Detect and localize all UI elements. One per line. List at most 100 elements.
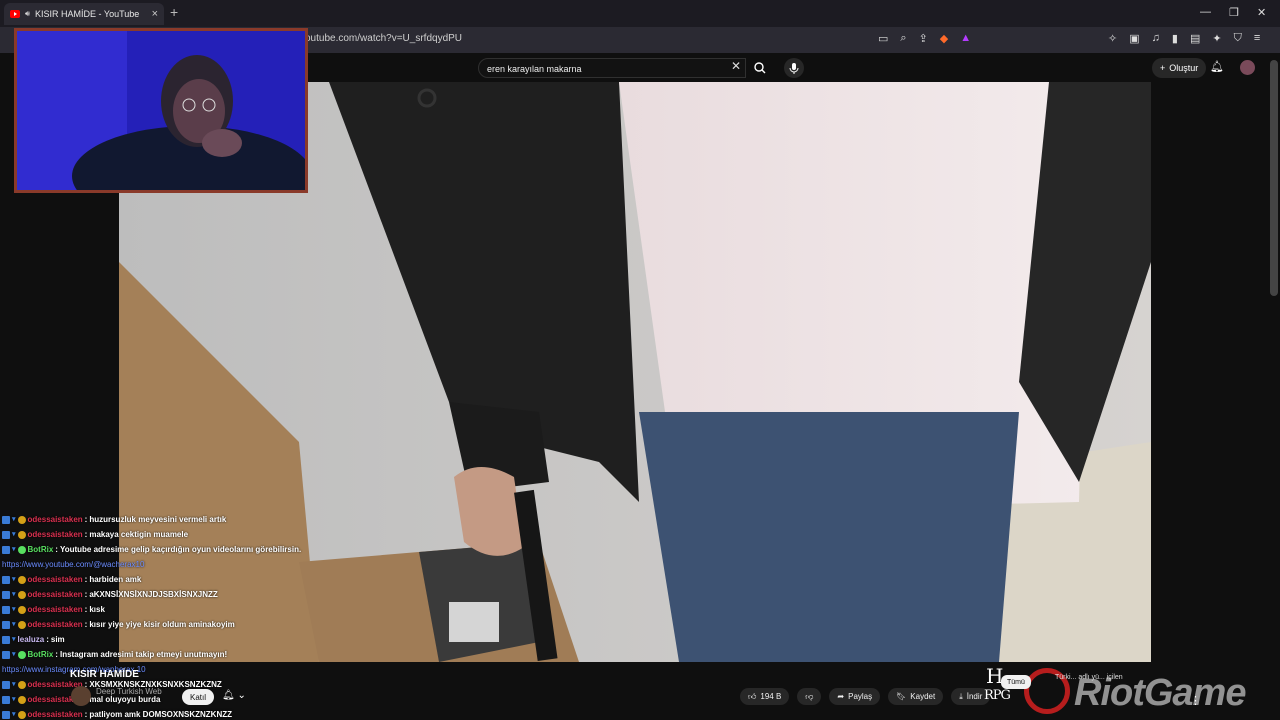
close-window-button[interactable]: ✕ xyxy=(1257,6,1266,19)
share-button[interactable]: ➦ Paylaş xyxy=(829,688,881,705)
create-label: Oluştur xyxy=(1169,63,1199,73)
chat-username: odessaistaken xyxy=(27,590,83,599)
badge-icon xyxy=(17,605,26,614)
save-button[interactable]: 🔖︎ Kaydet xyxy=(888,688,944,705)
chat-username: lealuza xyxy=(17,635,45,644)
microphone-icon xyxy=(789,63,799,74)
voice-search-button[interactable] xyxy=(784,58,804,78)
chat-message: ▾odessaistaken:mal oluyoyu burda xyxy=(2,692,322,707)
music-icon[interactable]: ♫ xyxy=(1152,32,1160,45)
chat-username: BotRix xyxy=(27,650,54,659)
youtube-favicon-icon xyxy=(10,10,20,18)
chip-all[interactable]: Tümü xyxy=(1001,675,1031,689)
chat-username: BotRix xyxy=(27,545,54,554)
browser-tabstrip: 🔊︎ KISIR HAMİDE - YouTube × + — ❐ ✕ xyxy=(0,0,1280,27)
like-button[interactable]: 👍︎ 194 B xyxy=(740,688,790,705)
screen: 🔊︎ KISIR HAMİDE - YouTube × + — ❐ ✕ yout… xyxy=(0,0,1280,720)
badge-icon xyxy=(2,575,10,584)
badge-icon xyxy=(17,515,26,524)
chat-link: https://www.instagram.com/wapherax.10 xyxy=(2,665,146,674)
rewards-icon[interactable]: ▲ xyxy=(960,32,971,45)
search-input[interactable]: eren karayılan makarna xyxy=(478,58,746,78)
cast-icon[interactable]: ▭ xyxy=(878,32,888,45)
badge-icon xyxy=(2,695,10,704)
chat-message: ▾ odessaistaken: patliyom amk DOMSOXNSKZNZ… xyxy=(2,707,322,720)
screenshot-icon[interactable]: ▣ xyxy=(1129,32,1139,45)
subscribe-bell-icon[interactable]: 🔔︎ ⌄ xyxy=(222,690,246,701)
chat-message: ▾ odessaistaken: aKXNSİXNSİXNJDJSBXİSNXJNZ… xyxy=(2,587,322,602)
tab-close-icon[interactable]: × xyxy=(152,8,158,20)
channel-avatar[interactable] xyxy=(71,686,91,706)
chat-text: huzursuzluk meyvesini vermeli artık xyxy=(89,515,227,524)
video-actions: 👍︎ 194 B 👎︎ ➦ Paylaş 🔖︎ Kaydet ⤓ İndir xyxy=(740,688,991,705)
channel-name[interactable]: Deep Turkish Web xyxy=(96,687,162,696)
join-button[interactable]: Katıl xyxy=(182,689,215,705)
browser-extensions: ✧ ▣ ♫ ▮ ▤ ✦ ⛉ ≡ xyxy=(1108,32,1260,45)
chat-text: makaya cektigin muamele xyxy=(89,530,189,539)
streamer-webcam xyxy=(14,28,308,193)
badge-icon xyxy=(17,695,26,704)
chat-text: aKXNSİXNSİXNJDJSBXİSNXJNZZ xyxy=(89,590,218,599)
chat-text: patliyom amk DOMSOXNSKZNZKNZZ xyxy=(89,710,233,719)
badge-icon xyxy=(2,620,10,629)
chat-message: ▾ odessaistaken: kısk xyxy=(2,602,322,617)
leo-icon[interactable]: ✦ xyxy=(1212,32,1221,45)
tab-title: KISIR HAMİDE - YouTube xyxy=(35,9,140,19)
badge-icon xyxy=(2,515,10,524)
thumbs-down-icon: 👎︎ xyxy=(805,691,814,701)
notifications-bell-icon[interactable]: 🔔︎ xyxy=(1210,60,1224,73)
share-arrow-icon: ➦ xyxy=(837,692,845,701)
badge-icon xyxy=(2,635,10,644)
chat-text: kısk xyxy=(89,605,105,614)
chat-text: sim xyxy=(50,635,65,644)
address-bar[interactable]: youtube.com/watch?v=U_srfdqydPU xyxy=(300,33,462,44)
browser-tab-active[interactable]: 🔊︎ KISIR HAMİDE - YouTube × xyxy=(4,3,164,25)
chat-message: ▾ odessaistaken: makaya cektigin muamele xyxy=(2,527,322,542)
badge-icon xyxy=(17,530,26,539)
thumbs-up-icon: 👍︎ xyxy=(748,691,757,701)
create-button[interactable]: + Oluştur xyxy=(1152,58,1207,78)
chat-username: odessaistaken xyxy=(27,710,83,719)
zoom-icon[interactable]: ⌕ xyxy=(900,32,906,45)
chat-text: harbiden amk xyxy=(89,575,142,584)
search-icon xyxy=(754,62,766,74)
dislike-button[interactable]: 👎︎ xyxy=(797,688,822,705)
badge-icon xyxy=(17,650,26,659)
chat-message: ▾ odessaistaken: XKSMXKNSKZNXKSNXKSNZKZNZ xyxy=(2,677,322,692)
shield-icon[interactable]: ◆ xyxy=(940,32,948,45)
speaker-icon[interactable]: 🔊︎ xyxy=(25,9,30,19)
maximize-button[interactable]: ❐ xyxy=(1229,6,1239,19)
extensions-icon[interactable]: ✧ xyxy=(1108,32,1117,45)
wallet-icon[interactable]: ▤ xyxy=(1190,32,1200,45)
vpn-icon[interactable]: ⛉ xyxy=(1234,32,1242,45)
search-button[interactable] xyxy=(748,58,774,78)
watermark-logo: H RPG RiotGame xyxy=(984,664,1280,720)
share-icon[interactable]: ⇪ xyxy=(919,32,928,45)
badge-icon xyxy=(2,650,10,659)
chat-username: odessaistaken xyxy=(27,575,83,584)
badge-icon xyxy=(2,530,10,539)
chat-message: ▾ odessaistaken: kısır yiye yiye kisir old… xyxy=(2,617,322,632)
more-options-icon[interactable]: ⋮ xyxy=(1190,694,1201,707)
chat-text: Instagram adresimi takip etmeyi unutmayı… xyxy=(59,650,228,659)
badge-icon xyxy=(2,590,10,599)
badge-icon xyxy=(17,620,26,629)
sidebar-icon[interactable]: ▮ xyxy=(1172,32,1178,45)
chat-username: odessaistaken xyxy=(27,605,83,614)
clear-search-icon[interactable]: ✕ xyxy=(731,59,741,73)
related-video-title[interactable]: Türki... adlı yü... içilen xyxy=(1055,674,1123,681)
badge-icon xyxy=(17,590,26,599)
chat-link: https://www.youtube.com/@wacherax10 xyxy=(2,560,145,569)
chat-username: odessaistaken xyxy=(27,620,83,629)
bookmark-icon: 🔖︎ xyxy=(896,692,907,701)
menu-icon[interactable]: ≡ xyxy=(1254,32,1260,45)
badge-icon xyxy=(17,710,26,719)
watermark-rpg: RPG xyxy=(984,688,1011,703)
new-tab-button[interactable]: + xyxy=(170,4,178,20)
account-avatar[interactable] xyxy=(1240,60,1255,75)
webcam-image xyxy=(17,31,305,190)
page-scrollbar[interactable] xyxy=(1270,60,1278,296)
like-count: 194 B xyxy=(760,692,782,701)
minimize-button[interactable]: — xyxy=(1200,6,1211,18)
download-icon: ⤓ xyxy=(959,691,963,701)
